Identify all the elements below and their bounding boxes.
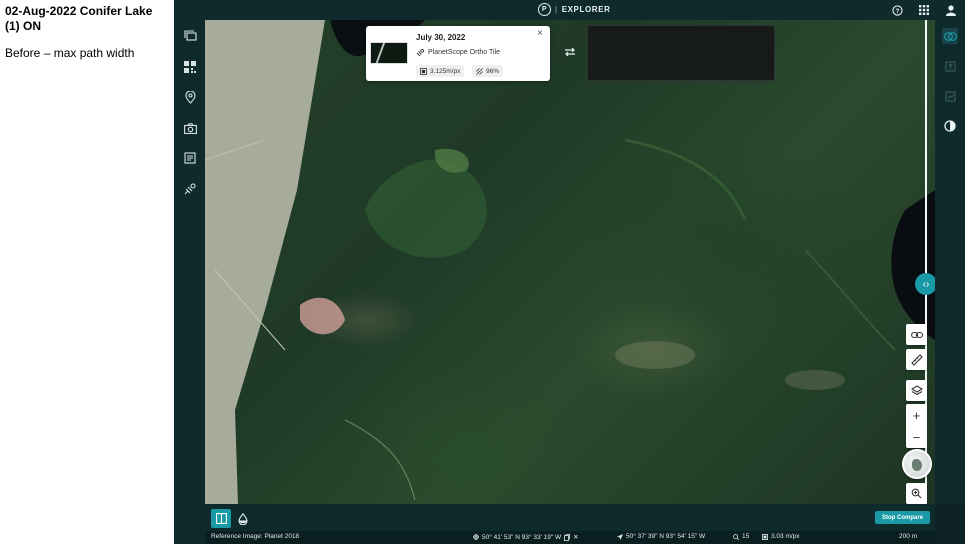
note-title: 02-Aug-2022 Conifer Lake (1) ON xyxy=(5,4,153,33)
zoom-level-icon xyxy=(733,533,739,540)
crosshair-icon xyxy=(473,534,479,540)
note-subtitle: Before – max path width xyxy=(5,46,135,60)
zoom-controls: + − xyxy=(906,404,927,448)
left-toolbar xyxy=(174,20,205,544)
satellite-map[interactable]: ‹› xyxy=(205,20,935,504)
pixel-resolution: 3.03 m/px xyxy=(762,533,800,540)
globe-minimap-icon[interactable] xyxy=(902,449,932,479)
link-icon[interactable] xyxy=(906,324,927,345)
scale-bar: 200 m xyxy=(899,533,918,540)
zoom-level: 15 xyxy=(733,533,749,540)
svg-text:?: ? xyxy=(895,7,899,14)
navigate-arrow-icon xyxy=(617,533,623,540)
explorer-app: P | EXPLORER ? ‹› xyxy=(174,0,965,544)
camera-icon[interactable] xyxy=(182,120,198,136)
navigation-coordinates: 50° 37' 39" N 93° 54' 15" W xyxy=(617,533,705,540)
brand-separator: | xyxy=(555,5,558,14)
zoom-out-button[interactable]: − xyxy=(906,426,927,448)
reference-image-label: Reference Image: Planet 2018 xyxy=(211,533,300,540)
clear-coords-icon[interactable]: ✕ xyxy=(573,533,578,541)
resolution-icon xyxy=(420,67,427,75)
location-pin-icon[interactable] xyxy=(182,89,198,105)
scene-date: July 30, 2022 xyxy=(416,33,466,42)
zoom-icon[interactable] xyxy=(906,483,927,504)
user-icon[interactable] xyxy=(944,3,958,17)
apps-grid-icon[interactable] xyxy=(917,3,931,17)
map-features xyxy=(300,138,896,501)
coverage-chip: 96% xyxy=(472,65,504,77)
product-name: PlanetScope Ortho Tile xyxy=(428,49,500,56)
split-view-icon[interactable] xyxy=(211,509,231,528)
scene-thumbnail[interactable] xyxy=(370,42,408,64)
copy-icon xyxy=(564,533,571,541)
top-bar: P | EXPLORER ? xyxy=(174,0,965,20)
chart-icon[interactable] xyxy=(942,88,958,104)
split-handle-button[interactable]: ‹› xyxy=(915,273,935,295)
close-icon[interactable]: × xyxy=(537,28,543,39)
brand[interactable]: P | EXPLORER xyxy=(538,3,611,16)
stop-compare-button[interactable]: Stop Compare xyxy=(875,511,930,524)
contrast-icon[interactable] xyxy=(942,118,958,134)
redacted-panel xyxy=(587,25,775,81)
imagery-stack-icon[interactable] xyxy=(182,28,198,44)
resolution-chip: 3.125m/px xyxy=(416,65,465,77)
resolution-icon xyxy=(762,533,768,540)
satellite-icon[interactable] xyxy=(182,180,198,196)
scene-popup-card: July 30, 2022 × PlanetScope Ortho Tile 3… xyxy=(366,26,550,81)
slide-note: 02-Aug-2022 Conifer Lake (1) ON Before –… xyxy=(0,0,174,544)
coverage-icon xyxy=(476,67,483,75)
satellite-icon xyxy=(416,48,425,57)
ruler-icon[interactable] xyxy=(906,349,927,370)
export-icon[interactable] xyxy=(942,58,958,74)
compare-bottom-bar xyxy=(205,504,935,531)
status-bar: Reference Image: Planet 2018 50° 41' 53"… xyxy=(205,531,935,544)
zoom-in-button[interactable]: + xyxy=(906,404,927,426)
swap-icon[interactable] xyxy=(562,44,578,60)
tasks-icon[interactable] xyxy=(182,150,198,166)
qr-grid-icon[interactable] xyxy=(182,59,198,75)
help-icon[interactable]: ? xyxy=(890,3,904,17)
layers-icon[interactable] xyxy=(906,380,927,401)
right-toolbar xyxy=(935,20,965,504)
opacity-drop-icon[interactable] xyxy=(233,509,253,528)
app-name: EXPLORER xyxy=(561,5,611,14)
product-row: PlanetScope Ortho Tile xyxy=(416,48,500,57)
planet-logo-icon: P xyxy=(538,3,551,16)
compare-circles-icon[interactable] xyxy=(942,28,958,44)
cursor-coordinates: 50° 41' 53" N 93° 33' 19" W ✕ xyxy=(473,533,579,541)
